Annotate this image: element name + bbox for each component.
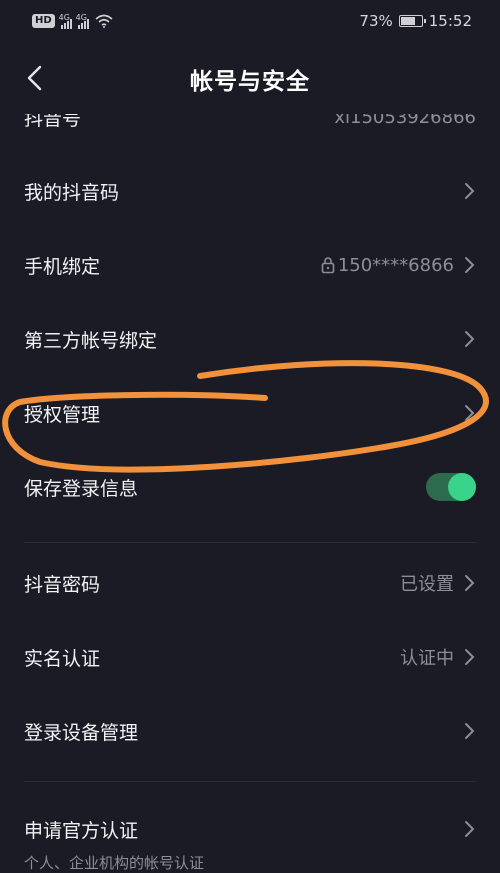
row-right xyxy=(426,473,476,501)
official-cert-subtitle: 个人、企业机构的帐号认证 xyxy=(24,854,205,872)
row-label: 实名认证 xyxy=(24,647,101,670)
chevron-right-icon xyxy=(465,183,475,199)
row-right xyxy=(464,182,476,200)
network-type-label: 4G xyxy=(75,13,87,22)
save-login-toggle[interactable] xyxy=(426,473,476,501)
row-label: 我的抖音码 xyxy=(24,181,120,204)
password-status-value: 已设置 xyxy=(400,574,454,595)
row-label: 保存登录信息 xyxy=(24,477,139,500)
row-label: 手机绑定 xyxy=(24,255,101,278)
row-save-login-info: 保存登录信息 xyxy=(0,450,500,524)
row-third-party-binding[interactable]: 第三方帐号绑定 xyxy=(0,302,500,376)
row-my-douyin-code[interactable]: 我的抖音码 xyxy=(0,154,500,228)
row-label: 申请官方认证 xyxy=(24,819,139,842)
chevron-right-icon xyxy=(465,575,475,591)
row-right xyxy=(464,404,476,422)
section-divider xyxy=(24,781,476,782)
battery-fill xyxy=(400,17,415,25)
hd-badge: HD xyxy=(32,14,55,28)
row-login-device-management[interactable]: 登录设备管理 xyxy=(0,694,500,768)
status-left: HD 4G 4G xyxy=(32,13,113,29)
clock: 15:52 xyxy=(428,12,472,30)
phone-number-value: 150****6866 xyxy=(337,254,454,276)
row-right: 已设置 xyxy=(400,570,476,596)
row-right: 认证中 xyxy=(400,644,476,670)
signal-icon: 4G xyxy=(75,13,89,29)
chevron-right-icon xyxy=(465,649,475,665)
row-label: 授权管理 xyxy=(24,403,101,426)
chevron-right-icon xyxy=(465,723,475,739)
verification-status-value: 认证中 xyxy=(400,648,454,669)
chevron-right-icon xyxy=(465,257,475,273)
section-divider xyxy=(24,542,476,543)
row-label: 登录设备管理 xyxy=(24,721,139,744)
lock-icon xyxy=(321,257,335,274)
row-right: 150****6866 xyxy=(321,255,476,276)
row-douyin-password[interactable]: 抖音密码 已设置 xyxy=(0,546,500,620)
phone-value-group: 150****6866 xyxy=(321,255,454,276)
network-type-label: 4G xyxy=(58,13,70,22)
toggle-knob xyxy=(448,473,476,501)
signal-icon: 4G xyxy=(58,13,72,29)
page-title: 帐号与安全 xyxy=(190,69,310,95)
status-right: 73% 15:52 xyxy=(359,12,472,30)
battery-icon xyxy=(398,15,426,27)
row-right xyxy=(464,722,476,740)
row-right xyxy=(464,330,476,348)
chevron-right-icon xyxy=(465,405,475,421)
row-phone-binding[interactable]: 手机绑定 150****6866 xyxy=(0,228,500,302)
row-right xyxy=(464,820,476,838)
chevron-right-icon xyxy=(465,331,475,347)
nav-bar: 帐号与安全 xyxy=(0,42,500,114)
row-real-name-verification[interactable]: 实名认证 认证中 xyxy=(0,620,500,694)
row-label: 抖音密码 xyxy=(24,573,101,596)
chevron-right-icon xyxy=(465,821,475,837)
battery-percent: 73% xyxy=(359,12,393,30)
row-authorization-management[interactable]: 授权管理 xyxy=(0,376,500,450)
wifi-icon xyxy=(95,14,113,28)
status-bar: HD 4G 4G 73% 15:52 xyxy=(0,0,500,42)
row-label: 第三方帐号绑定 xyxy=(24,329,158,352)
